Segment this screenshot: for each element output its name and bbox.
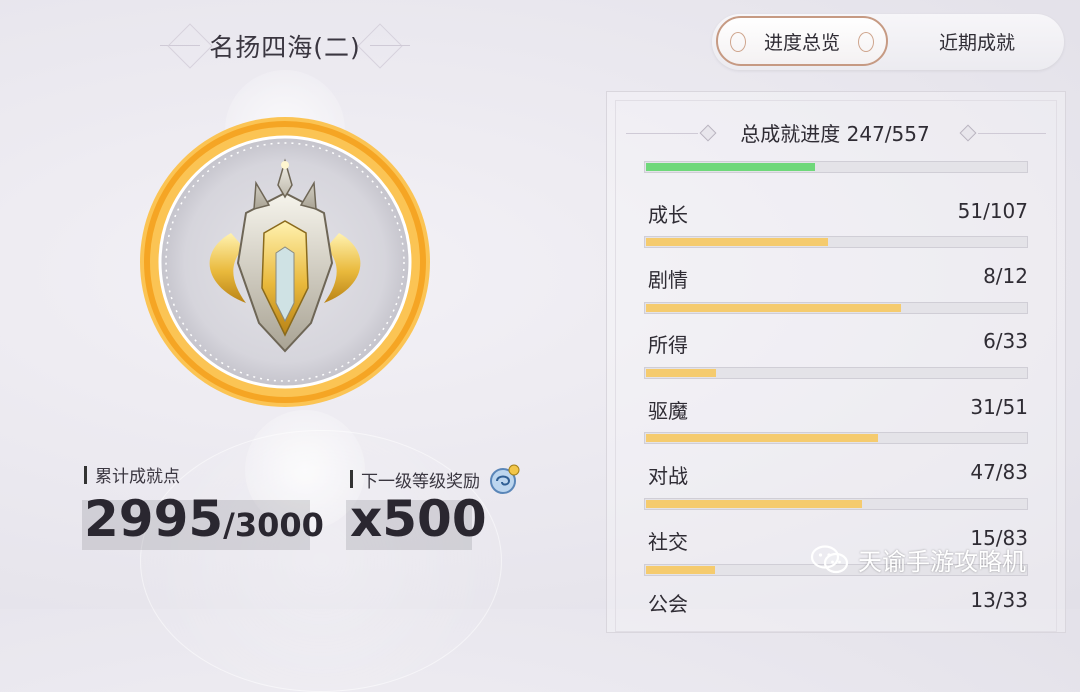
coin-bag-icon[interactable] bbox=[488, 462, 522, 496]
view-tabs: 进度总览 近期成就 bbox=[712, 14, 1064, 70]
watermark-text: 天谕手游攻略机 bbox=[858, 548, 1026, 576]
tab-progress-overview-label: 进度总览 bbox=[763, 31, 840, 54]
category-progress-bar bbox=[644, 367, 1028, 379]
category-progress-bar bbox=[644, 236, 1028, 248]
category-progress-fill bbox=[646, 304, 901, 312]
category-value: 31/51 bbox=[970, 395, 1028, 419]
points-total: /3000 bbox=[223, 506, 324, 544]
category-label: 所得 bbox=[648, 333, 688, 357]
emblem-star bbox=[281, 161, 289, 169]
category-label: 驱魔 bbox=[648, 399, 688, 423]
category-progress-bar bbox=[644, 302, 1028, 314]
category-value: 6/33 bbox=[983, 329, 1028, 353]
title-banner: 名扬四海(二) bbox=[160, 18, 410, 74]
category-label: 剧情 bbox=[648, 268, 688, 292]
reward-label-text: 下一级等级奖励 bbox=[361, 471, 480, 492]
wechat-icon bbox=[810, 544, 849, 573]
category-value: 47/83 bbox=[970, 460, 1028, 484]
achievement-points: 2995/3000 bbox=[84, 490, 324, 548]
category-label: 社交 bbox=[648, 530, 688, 554]
category-label: 对战 bbox=[648, 464, 688, 488]
tab-recent-achievements[interactable]: 近期成就 bbox=[894, 16, 1060, 66]
category-progress-bar bbox=[644, 498, 1028, 510]
category-value: 13/33 bbox=[970, 588, 1028, 612]
tab-progress-overview[interactable]: 进度总览 bbox=[716, 16, 888, 66]
category-value: 8/12 bbox=[983, 264, 1028, 288]
category-progress-fill bbox=[646, 500, 863, 508]
tab-ornament bbox=[730, 32, 746, 52]
achievement-title: 名扬四海(二) bbox=[209, 33, 361, 62]
category-progress-fill bbox=[646, 369, 716, 377]
label-marker bbox=[350, 470, 353, 488]
points-current: 2995 bbox=[84, 490, 224, 548]
category-progress-fill bbox=[646, 566, 716, 574]
tab-ornament bbox=[858, 32, 874, 52]
points-label-text: 累计成就点 bbox=[95, 467, 180, 487]
label-marker bbox=[84, 465, 87, 484]
reward-amount: x500 bbox=[350, 490, 487, 548]
category-value: 51/107 bbox=[957, 199, 1028, 223]
total-divider-right bbox=[978, 133, 1046, 134]
category-label: 公会 bbox=[648, 592, 688, 616]
category-progress-bar bbox=[644, 432, 1028, 444]
category-progress-fill bbox=[646, 434, 879, 442]
category-progress-fill bbox=[646, 238, 828, 246]
points-label: 累计成就点 bbox=[84, 462, 180, 487]
watermark: 天谕手游攻略机 bbox=[810, 542, 1026, 577]
total-progress-bar bbox=[644, 161, 1028, 173]
achievement-emblem[interactable] bbox=[136, 113, 434, 411]
total-progress-fill bbox=[646, 163, 816, 171]
category-label: 成长 bbox=[648, 203, 688, 227]
tab-recent-achievements-label: 近期成就 bbox=[938, 31, 1015, 54]
